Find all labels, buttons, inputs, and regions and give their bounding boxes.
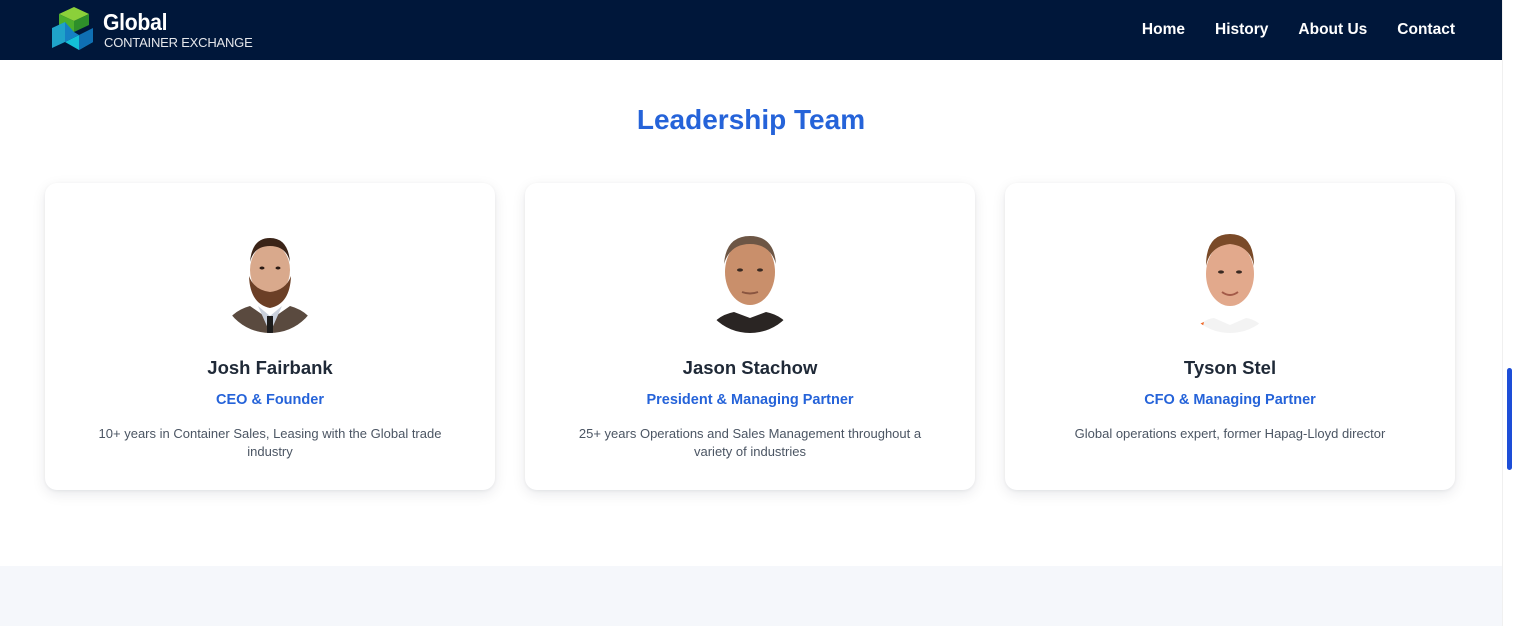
team-card: Jason Stachow President & Managing Partn… [525, 183, 975, 490]
member-role: CEO & Founder [216, 392, 324, 408]
member-role: President & Managing Partner [646, 392, 854, 408]
member-bio: 25+ years Operations and Sales Managemen… [578, 426, 922, 459]
portrait-photo [220, 230, 320, 333]
member-bio: Global operations expert, former Hapag-L… [1074, 426, 1386, 441]
portrait-photo [700, 230, 800, 333]
avatar [1180, 230, 1280, 333]
member-role: CFO & Managing Partner [1144, 392, 1316, 408]
page-scrollbar[interactable] [1502, 0, 1514, 626]
team-cards: Josh Fairbank CEO & Founder 10+ years in… [45, 183, 1457, 493]
nav-contact-link[interactable]: Contact [1397, 21, 1455, 39]
avatar [700, 230, 800, 333]
scrollbar-thumb[interactable] [1507, 368, 1512, 470]
logo[interactable]: Global CONTAINER EXCHANGE [49, 4, 253, 56]
avatar [220, 230, 320, 333]
member-name: Josh Fairbank [207, 357, 333, 378]
member-name: Jason Stachow [682, 357, 818, 378]
nav-home-link[interactable]: Home [1142, 21, 1185, 39]
logo-cube-icon [52, 7, 93, 50]
logo-title: Global [103, 9, 168, 35]
main-nav: Home History About Us Contact [1112, 0, 1455, 60]
logo-subtitle: CONTAINER EXCHANGE [104, 35, 253, 50]
nav-history-link[interactable]: History [1215, 21, 1268, 39]
page: Global CONTAINER EXCHANGE Home History A… [0, 0, 1502, 626]
team-card: Josh Fairbank CEO & Founder 10+ years in… [45, 183, 495, 490]
member-bio: 10+ years in Container Sales, Leasing wi… [98, 426, 442, 459]
nav-about-link[interactable]: About Us [1298, 21, 1367, 39]
section-title: Leadership Team [636, 104, 866, 135]
team-card: Tyson Stel CFO & Managing Partner Global… [1005, 183, 1455, 490]
next-section-band [0, 566, 1502, 626]
site-header: Global CONTAINER EXCHANGE Home History A… [0, 0, 1502, 60]
member-name: Tyson Stel [1183, 357, 1277, 378]
portrait-photo [1180, 230, 1280, 333]
